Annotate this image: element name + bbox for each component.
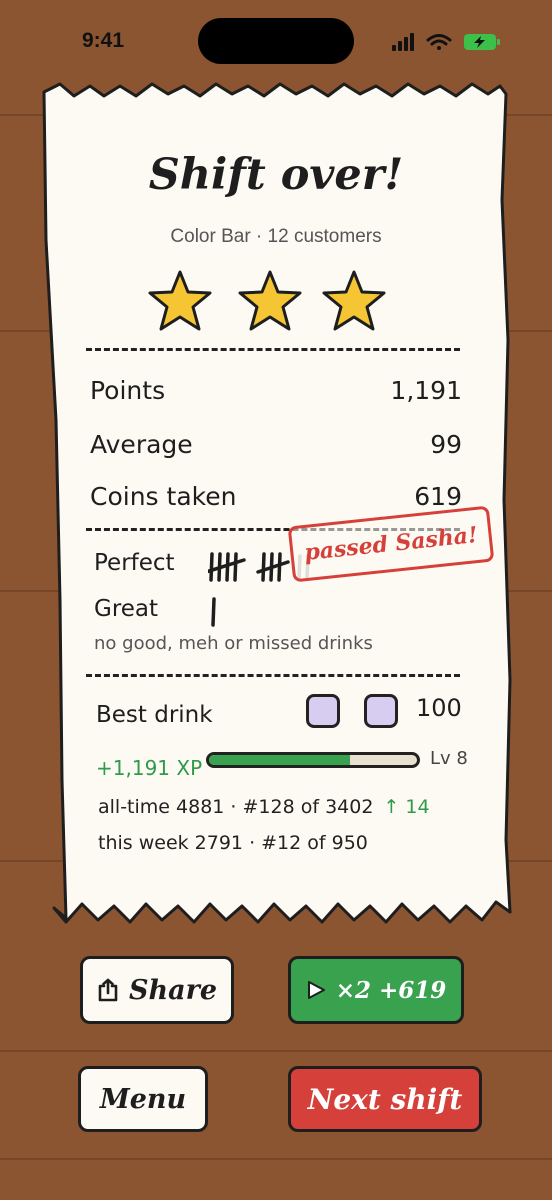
drink-cup-icon: [306, 694, 340, 728]
star-icon: [322, 270, 386, 331]
double-coins-button[interactable]: ×2 +619: [288, 956, 464, 1024]
double-coins-label: ×2 +619: [335, 976, 447, 1004]
play-icon: [306, 980, 326, 1000]
coins-label: Coins taken: [90, 482, 237, 511]
average-value: 99: [430, 430, 462, 459]
battery-icon: [464, 34, 500, 50]
status-bar: 9:41: [0, 0, 552, 80]
dashed-separator: [86, 348, 460, 351]
share-label: Share: [128, 974, 218, 1006]
dynamic-island: [198, 18, 354, 64]
coins-value: 619: [414, 482, 462, 511]
level-label: Lv 8: [430, 748, 468, 769]
signal-icon: [392, 33, 414, 51]
share-icon: [97, 978, 119, 1002]
star-icon: [238, 270, 302, 331]
next-shift-button[interactable]: Next shift: [288, 1066, 482, 1132]
great-tally-marks: [208, 596, 228, 632]
star-rating: [148, 270, 404, 336]
coins-row: Coins taken 619: [90, 482, 462, 511]
average-row: Average 99: [90, 430, 462, 459]
next-shift-label: Next shift: [307, 1082, 463, 1116]
dashed-separator: [86, 674, 460, 677]
rank-change: ↑ 14: [383, 796, 430, 818]
drink-cup-icon: [364, 694, 398, 728]
all-time-stats: all-time 4881 · #128 of 3402 ↑ 14: [98, 796, 430, 818]
receipt-title: Shift over!: [148, 150, 404, 200]
missed-drinks-note: no good, meh or missed drinks: [94, 633, 373, 654]
status-icons: [392, 32, 504, 56]
plank-line: [0, 1050, 552, 1052]
average-label: Average: [90, 430, 193, 459]
weekly-stats: this week 2791 · #12 of 950: [98, 832, 368, 854]
receipt-subtitle: Color Bar · 12 customers: [170, 226, 382, 247]
points-row: Points 1,191: [90, 376, 462, 405]
best-drink-value: 100: [416, 694, 462, 722]
xp-progress-fill: [209, 755, 351, 765]
points-value: 1,191: [390, 376, 462, 405]
all-time-rank: all-time 4881 · #128 of 3402: [98, 796, 374, 818]
plank-line: [0, 1158, 552, 1160]
best-drink-label: Best drink: [96, 702, 213, 728]
wifi-icon: [426, 34, 452, 50]
xp-gain: +1,191 XP: [96, 756, 203, 780]
menu-button[interactable]: Menu: [78, 1066, 208, 1132]
status-time: 9:41: [82, 29, 125, 52]
star-icon: [148, 270, 212, 331]
great-label: Great: [94, 596, 159, 622]
shift-receipt: Shift over! Color Bar · 12 customers Poi…: [38, 80, 514, 932]
xp-progress-bar: [206, 752, 420, 768]
perfect-label: Perfect: [94, 550, 175, 576]
points-label: Points: [90, 376, 166, 405]
share-button[interactable]: Share: [80, 956, 234, 1024]
menu-label: Menu: [99, 1083, 187, 1115]
